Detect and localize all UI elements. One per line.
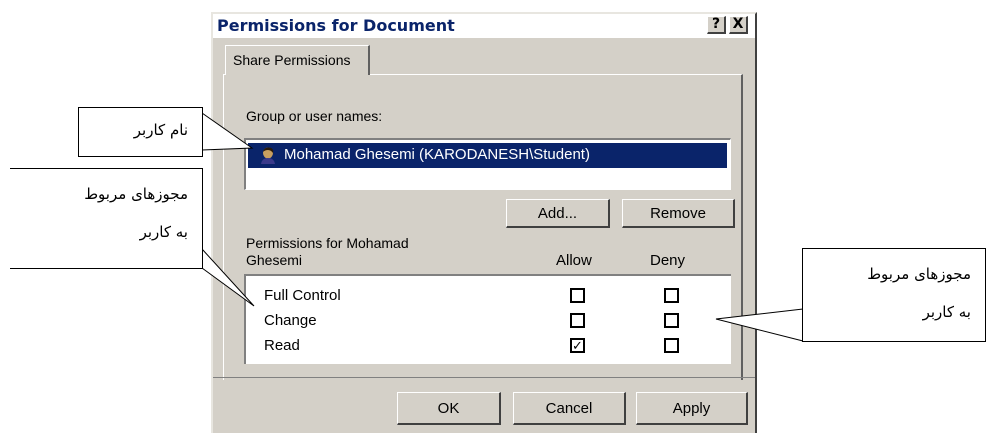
dialog-title: Permissions for Document <box>217 16 455 35</box>
callout-right-line2: به کاربر <box>922 303 971 321</box>
title-bar: Permissions for Document ? X <box>213 14 755 38</box>
deny-column-header: Deny <box>650 252 686 269</box>
callout-left-line1: مجوزهای مربوط <box>84 185 188 203</box>
help-button[interactable]: ? <box>707 16 726 34</box>
remove-button[interactable]: Remove <box>622 199 735 228</box>
allow-change-checkbox[interactable] <box>570 313 585 328</box>
user-entry-text: Mohamad Ghesemi (KARODANESH\Student) <box>284 146 590 163</box>
allow-read-checkbox[interactable]: ✓ <box>570 338 585 353</box>
callout-left-line2: به کاربر <box>139 223 188 241</box>
deny-read-checkbox[interactable] <box>664 338 679 353</box>
permissions-for-label-line2: Ghesemi <box>246 252 303 268</box>
cancel-button[interactable]: Cancel <box>513 392 626 425</box>
button-area-divider <box>213 377 755 378</box>
callout-permissions-right: مجوزهای مربوط به کاربر <box>802 248 986 342</box>
callout-right-line1: مجوزهای مربوط <box>867 265 971 283</box>
close-button[interactable]: X <box>729 16 748 34</box>
deny-change-checkbox[interactable] <box>664 313 679 328</box>
user-icon <box>261 147 275 164</box>
deny-full-control-checkbox[interactable] <box>664 288 679 303</box>
close-icon: X <box>732 16 744 32</box>
checkmark-icon: ✓ <box>572 338 583 353</box>
permission-name: Change <box>264 312 317 329</box>
permission-name: Read <box>264 337 300 354</box>
permission-name: Full Control <box>264 287 341 304</box>
permissions-list[interactable]: Full Control Change Read ✓ <box>244 274 731 364</box>
allow-full-control-checkbox[interactable] <box>570 288 585 303</box>
permission-row-read: Read ✓ <box>246 335 731 359</box>
allow-column-header: Allow <box>556 252 592 269</box>
tab-label: Share Permissions <box>233 52 351 68</box>
permission-row-change: Change <box>246 310 731 334</box>
user-list[interactable]: Mohamad Ghesemi (KARODANESH\Student) <box>244 138 731 190</box>
callout-username: نام کاربر <box>78 107 203 157</box>
group-or-user-names-label: Group or user names: <box>246 108 383 124</box>
callout-permissions-left: مجوزهای مربوط به کاربر <box>10 168 203 269</box>
list-item-user-selected[interactable]: Mohamad Ghesemi (KARODANESH\Student) <box>248 143 727 168</box>
permission-row-full-control: Full Control <box>246 285 731 309</box>
tab-share-permissions[interactable]: Share Permissions <box>225 45 370 75</box>
ok-button[interactable]: OK <box>397 392 501 425</box>
callout-username-text: نام کاربر <box>133 121 188 139</box>
permissions-for-label-line1: Permissions for Mohamad <box>246 235 409 251</box>
add-button[interactable]: Add... <box>506 199 610 228</box>
apply-button[interactable]: Apply <box>636 392 748 425</box>
help-icon: ? <box>711 16 721 32</box>
